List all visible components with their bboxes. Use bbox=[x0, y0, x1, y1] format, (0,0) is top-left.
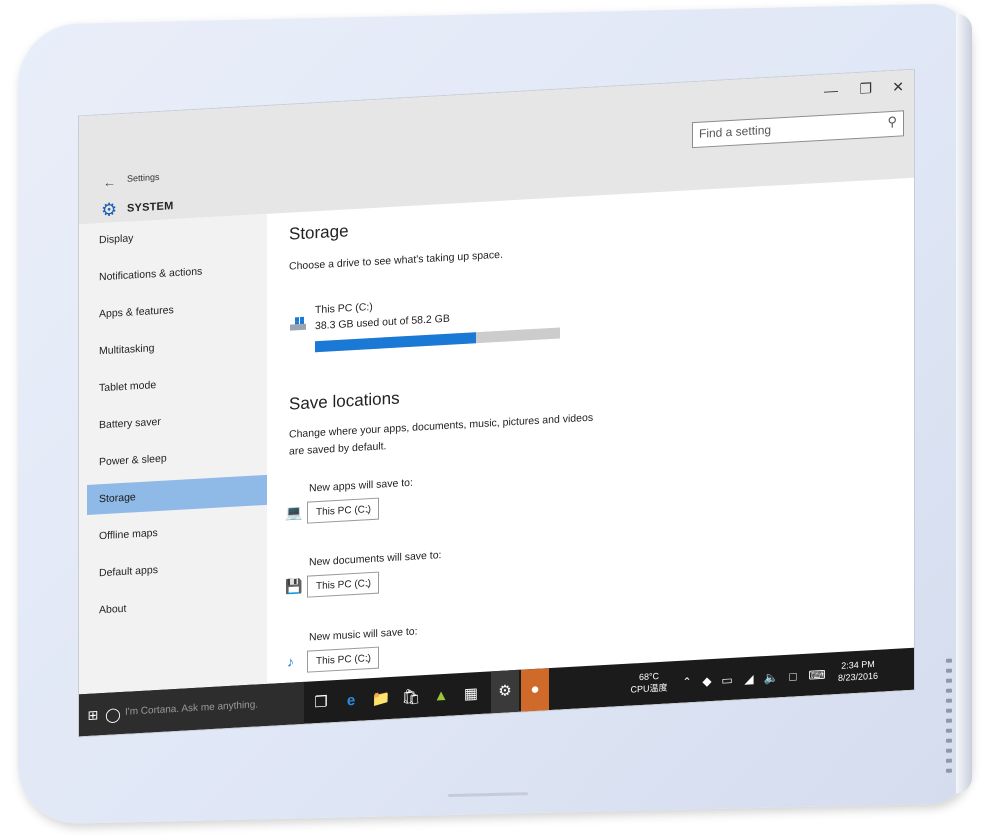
main-content: Storage Choose a drive to see what's tak… bbox=[279, 179, 899, 694]
gear-icon: ⚙ bbox=[101, 199, 118, 221]
app-icon[interactable]: ▦ bbox=[461, 684, 481, 705]
speaker-grille bbox=[946, 688, 952, 693]
documents-save-label: New documents will save to: bbox=[309, 549, 442, 569]
documents-save-value: This PC (C:) bbox=[316, 578, 371, 593]
speaker-grille bbox=[946, 738, 952, 743]
sidebar-item-multitasking[interactable]: Multitasking bbox=[99, 327, 259, 366]
notifications-icon[interactable]: □ bbox=[783, 666, 803, 687]
sidebar-item-power-sleep[interactable]: Power & sleep bbox=[99, 438, 259, 477]
storage-heading: Storage bbox=[289, 221, 349, 244]
search-input[interactable] bbox=[693, 112, 875, 146]
apps-save-value: This PC (C:) bbox=[316, 504, 371, 519]
drive-icon bbox=[290, 316, 306, 331]
search-icon[interactable]: ⚲ bbox=[887, 114, 897, 131]
speaker-grille bbox=[946, 728, 952, 733]
clock-date[interactable]: 8/23/2016 bbox=[833, 669, 883, 684]
document-drive-icon: 💾 bbox=[285, 577, 303, 595]
apps-save-select[interactable]: This PC (C:) ⌄ bbox=[307, 497, 379, 524]
sidebar-item-storage[interactable]: Storage bbox=[87, 474, 267, 515]
file-explorer-icon[interactable]: 📁 bbox=[371, 689, 391, 710]
volume-icon[interactable]: 🔈 bbox=[761, 667, 781, 688]
page-title: SYSTEM bbox=[127, 200, 174, 215]
task-view-icon[interactable]: ❐ bbox=[311, 692, 331, 713]
chevron-down-icon: ⌄ bbox=[364, 654, 372, 665]
chevron-down-icon: ⌄ bbox=[364, 505, 372, 516]
speaker-grille bbox=[946, 768, 952, 773]
cpu-temperature-label: CPU温度 bbox=[630, 682, 668, 695]
tablet-device: ← Settings ⚙ SYSTEM — ❐ ✕ ⚲ Display Noti… bbox=[18, 3, 972, 825]
chevron-down-icon: ⌄ bbox=[364, 579, 372, 590]
sidebar-item-about[interactable]: About bbox=[99, 586, 259, 625]
store-icon[interactable]: 🛍 bbox=[401, 687, 421, 708]
drive-usage[interactable]: 38.3 GB used out of 58.2 GB bbox=[315, 313, 450, 333]
speaker-grille bbox=[946, 748, 952, 753]
minimize-icon[interactable]: — bbox=[824, 82, 838, 99]
storage-usage-bar[interactable] bbox=[315, 327, 560, 353]
save-locations-heading: Save locations bbox=[289, 388, 400, 414]
wifi-icon[interactable]: ◢ bbox=[739, 668, 759, 689]
speaker-grille bbox=[946, 658, 952, 663]
sidebar-item-tablet-mode[interactable]: Tablet mode bbox=[99, 364, 259, 403]
music-save-value: This PC (C:) bbox=[316, 653, 371, 668]
sidebar-item-display[interactable]: Display bbox=[99, 216, 259, 255]
storage-usage-fill bbox=[315, 332, 477, 353]
tray-app-icon[interactable]: ◆ bbox=[697, 671, 717, 692]
monitor-icon: 💻 bbox=[285, 503, 303, 521]
music-save-select[interactable]: This PC (C:) ⌄ bbox=[307, 646, 379, 673]
chevron-up-icon[interactable]: ⌃ bbox=[677, 672, 697, 693]
settings-taskbar-icon[interactable]: ⚙ bbox=[491, 669, 519, 714]
sidebar-item-default-apps[interactable]: Default apps bbox=[99, 549, 259, 588]
tablet-mode-icon[interactable]: ▭ bbox=[717, 670, 737, 691]
sidebar-item-battery-saver[interactable]: Battery saver bbox=[99, 401, 259, 440]
apps-save-label: New apps will save to: bbox=[309, 476, 413, 495]
sidebar: Display Notifications & actions Apps & f… bbox=[79, 213, 267, 695]
search-box[interactable]: ⚲ bbox=[692, 110, 904, 149]
music-note-icon: ♪ bbox=[287, 653, 294, 670]
speaker-grille bbox=[946, 678, 952, 683]
bezel-detail bbox=[448, 792, 528, 798]
speaker-grille bbox=[946, 758, 952, 763]
edge-browser-icon[interactable]: e bbox=[341, 691, 361, 712]
app-title: Settings bbox=[127, 171, 160, 184]
save-locations-description-2: are saved by default. bbox=[289, 440, 387, 458]
speaker-grille bbox=[946, 708, 952, 713]
storage-description: Choose a drive to see what's taking up s… bbox=[289, 248, 503, 273]
sidebar-item-notifications[interactable]: Notifications & actions bbox=[99, 253, 259, 292]
speaker-grille bbox=[946, 668, 952, 673]
restore-icon[interactable]: ❐ bbox=[859, 80, 872, 98]
speaker-grille bbox=[946, 718, 952, 723]
cpu-monitor-app-icon[interactable]: ● bbox=[521, 668, 549, 712]
cortana-prompt[interactable]: I'm Cortana. Ask me anything. bbox=[125, 699, 258, 717]
music-save-label: New music will save to: bbox=[309, 625, 418, 644]
cortana-icon[interactable]: ◯ bbox=[103, 704, 123, 725]
sidebar-item-offline-maps[interactable]: Offline maps bbox=[99, 512, 259, 551]
tablet-edge bbox=[946, 13, 972, 794]
sidebar-item-apps[interactable]: Apps & features bbox=[99, 290, 259, 329]
windows-start-icon[interactable]: ⊞ bbox=[83, 705, 103, 726]
speaker-grille bbox=[946, 698, 952, 703]
android-app-icon[interactable]: ▲ bbox=[431, 686, 451, 707]
drive-name[interactable]: This PC (C:) bbox=[315, 301, 373, 316]
keyboard-icon[interactable]: ⌨ bbox=[807, 665, 827, 686]
save-locations-description: Change where your apps, documents, music… bbox=[289, 411, 594, 441]
documents-save-select[interactable]: This PC (C:) ⌄ bbox=[307, 571, 379, 598]
screen: ← Settings ⚙ SYSTEM — ❐ ✕ ⚲ Display Noti… bbox=[78, 68, 915, 738]
close-icon[interactable]: ✕ bbox=[892, 78, 904, 96]
back-arrow-icon[interactable]: ← bbox=[103, 174, 116, 190]
